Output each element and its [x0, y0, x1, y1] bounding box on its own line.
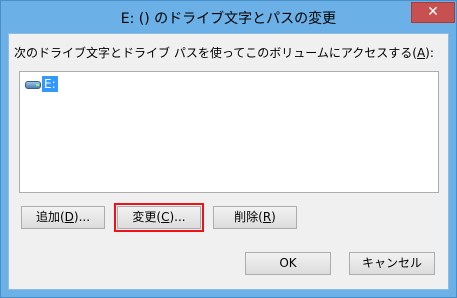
close-button[interactable]: ✕: [411, 2, 455, 23]
instruction-prefix: 次のドライブ文字とドライブ パスを使ってこのボリュームにアクセスする(: [14, 46, 417, 60]
title-bar[interactable]: E: () のドライブ文字とパスの変更 ✕: [1, 1, 456, 33]
delete-button-suffix: ): [271, 210, 276, 224]
instruction-label: 次のドライブ文字とドライブ パスを使ってこのボリュームにアクセスする(A):: [14, 44, 434, 61]
cancel-button[interactable]: キャンセル: [349, 252, 435, 275]
instruction-access-key: A: [416, 46, 426, 60]
drive-icon: [25, 78, 41, 90]
dialog-window: E: () のドライブ文字とパスの変更 ✕ 次のドライブ文字とドライブ パスを使…: [0, 0, 457, 298]
instruction-suffix: ):: [425, 46, 434, 60]
add-button-suffix: )...: [73, 210, 91, 224]
delete-button-text: 削除(: [234, 210, 263, 224]
list-item[interactable]: E:: [25, 76, 58, 92]
dialog-body: 次のドライブ文字とドライブ パスを使ってこのボリュームにアクセスする(A): E…: [8, 33, 449, 290]
change-button-highlight: [114, 203, 204, 232]
delete-button-access-key: R: [262, 210, 272, 224]
delete-button[interactable]: 削除(R): [213, 206, 297, 229]
ok-button[interactable]: OK: [245, 252, 331, 275]
add-button[interactable]: 追加(D)...: [21, 206, 105, 229]
add-button-access-key: D: [64, 210, 74, 224]
list-item-label: E:: [42, 76, 58, 92]
window-title: E: () のドライブ文字とパスの変更: [120, 11, 337, 27]
close-icon: ✕: [427, 4, 439, 20]
add-button-text: 追加(: [35, 210, 65, 224]
drive-path-list[interactable]: E:: [19, 71, 439, 193]
